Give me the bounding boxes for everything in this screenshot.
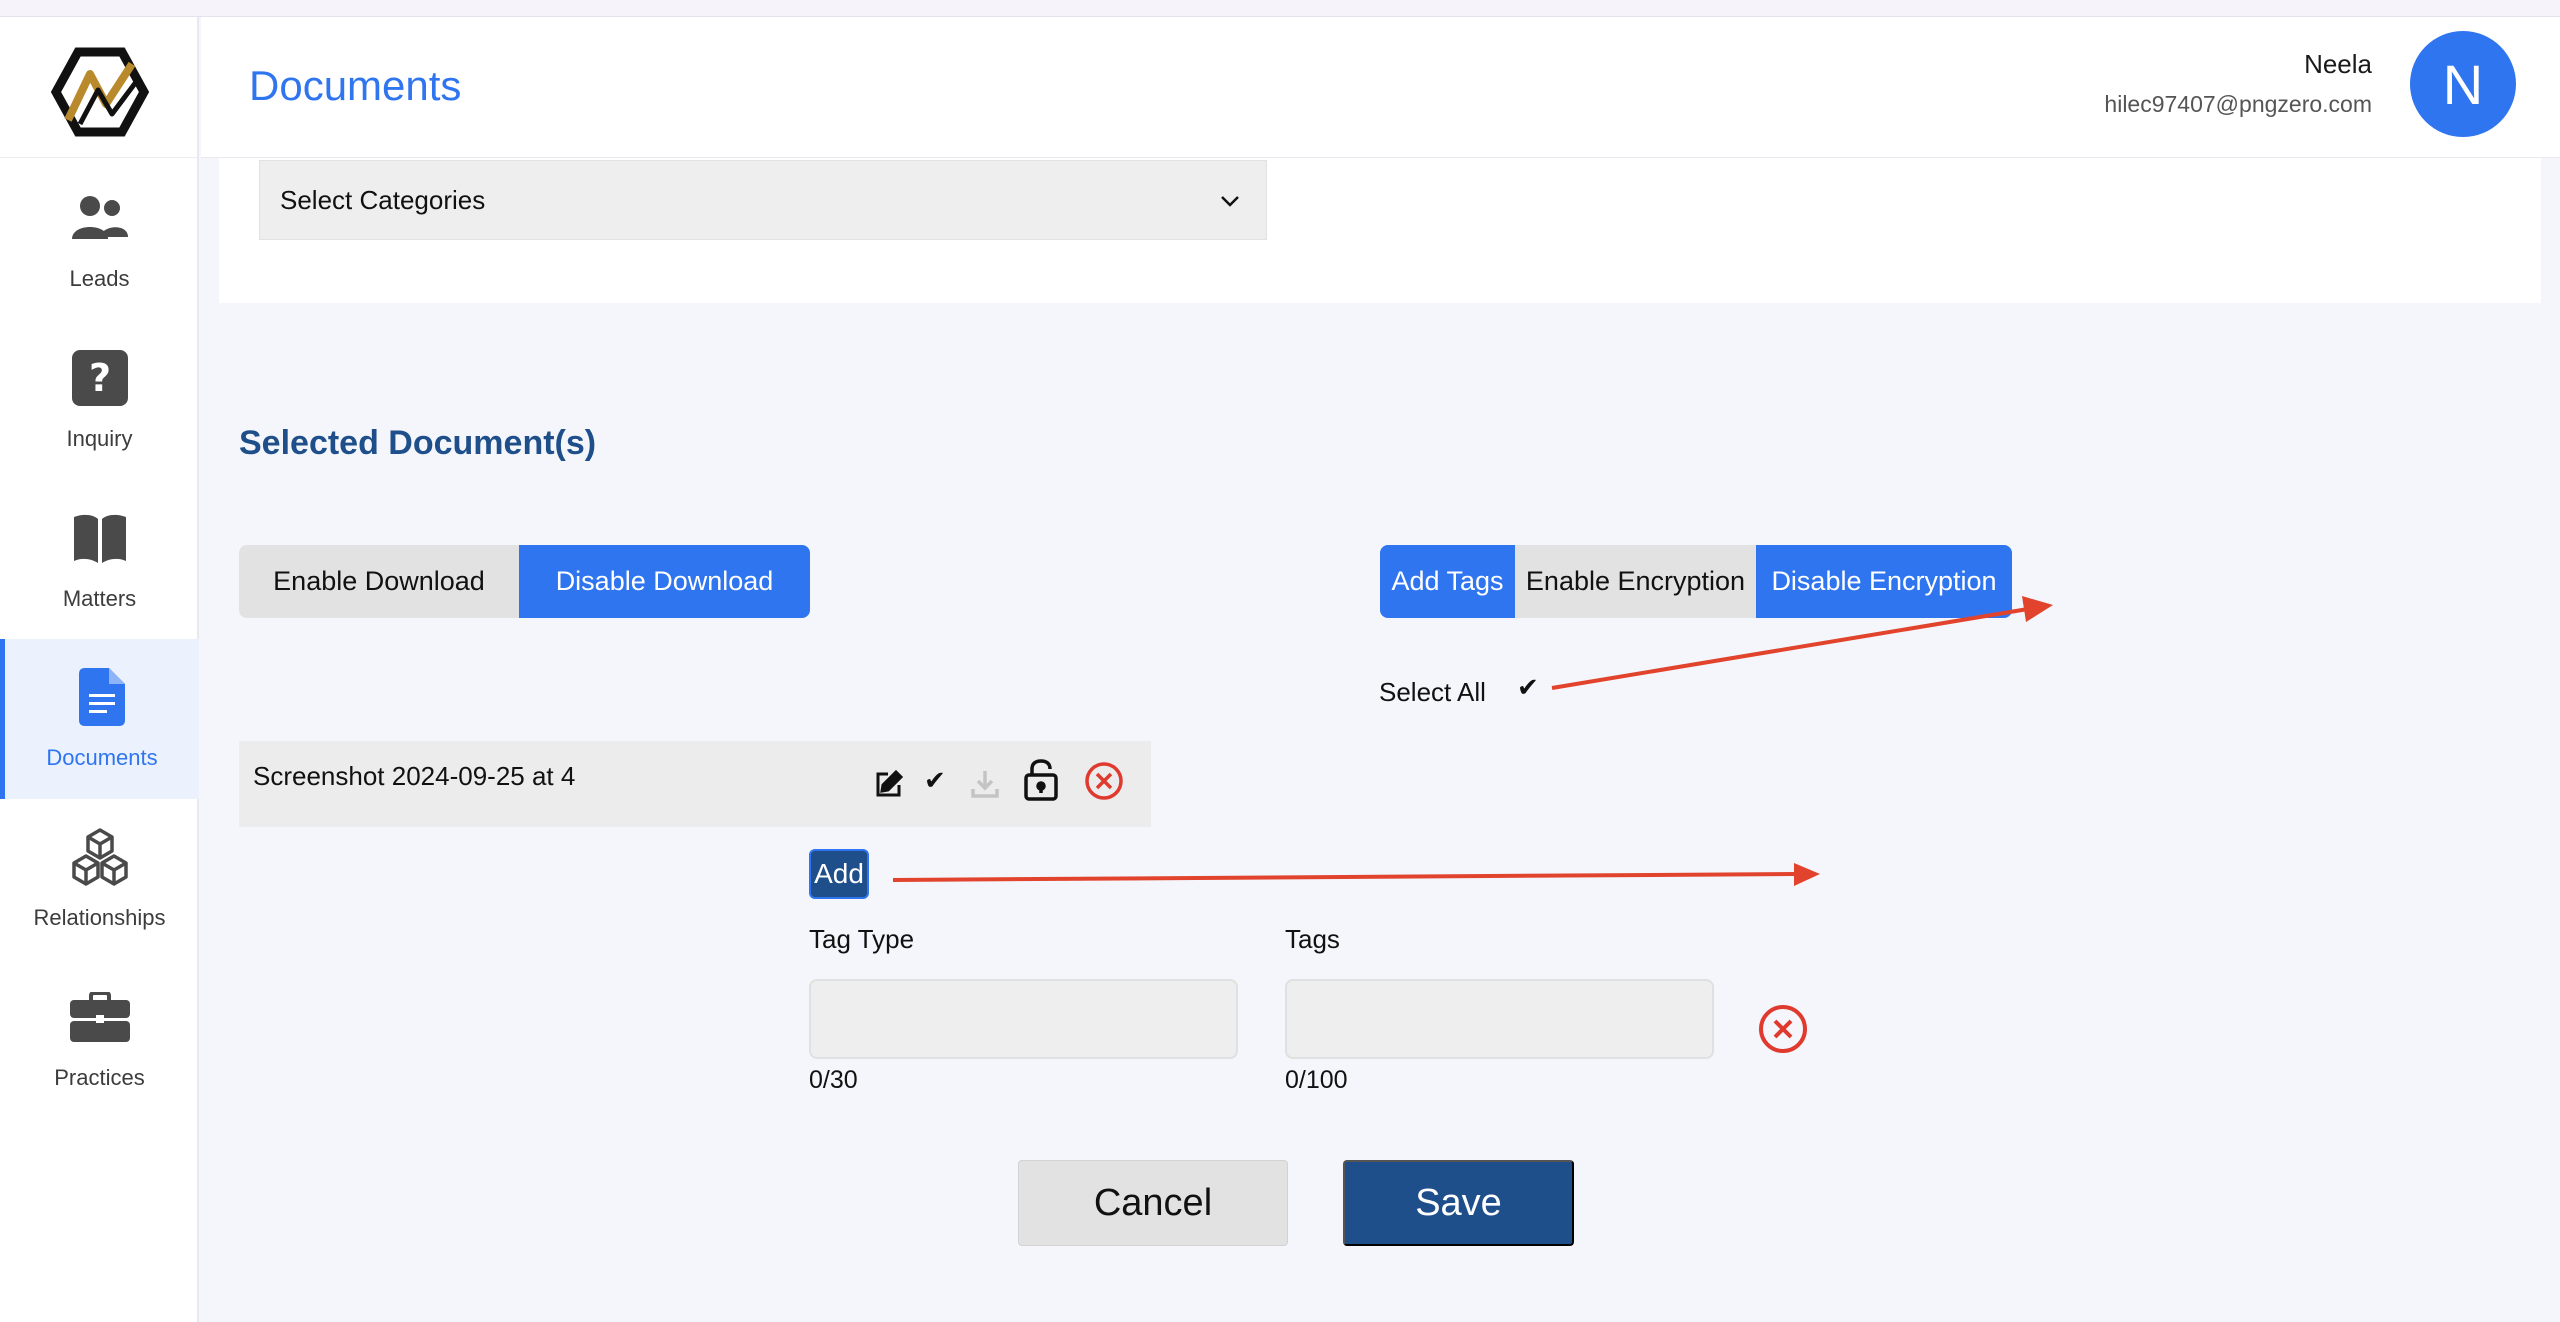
cancel-button[interactable]: Cancel: [1018, 1160, 1288, 1246]
sidebar-item-label: Leads: [69, 266, 130, 291]
download-icon: [969, 768, 1001, 800]
enable-encryption-button[interactable]: Enable Encryption: [1515, 545, 1756, 618]
app-logo[interactable]: [50, 42, 150, 142]
sidebar-item-label: Practices: [54, 1065, 145, 1090]
chevron-down-icon: [1221, 196, 1239, 207]
unlock-icon[interactable]: [1023, 758, 1059, 802]
disable-download-button[interactable]: Disable Download: [519, 545, 810, 618]
logo-divider: [0, 157, 199, 158]
users-icon: [70, 188, 130, 248]
sidebar-item-label: Matters: [62, 586, 137, 611]
tag-type-input[interactable]: [809, 979, 1238, 1059]
document-name: Screenshot 2024-09-25 at 4: [253, 761, 576, 791]
logo-icon: [50, 47, 150, 137]
select-all-checkbox[interactable]: ✔: [1517, 672, 1539, 703]
sidebar-item-matters[interactable]: Matters: [0, 480, 199, 640]
sidebar-item-inquiry[interactable]: ? Inquiry: [0, 320, 199, 480]
document-icon: [72, 667, 132, 727]
question-icon: ?: [70, 348, 130, 408]
tags-input[interactable]: [1285, 979, 1714, 1059]
edit-icon[interactable]: [873, 768, 905, 800]
tags-counter: 0/100: [1285, 1066, 1348, 1094]
document-row: Screenshot 2024-09-25 at 4 ✔: [239, 741, 1151, 827]
sidebar-item-leads[interactable]: Leads: [0, 160, 199, 320]
remove-tag-icon[interactable]: [1758, 1004, 1808, 1054]
book-icon: [70, 508, 130, 568]
select-all-label: Select All: [1379, 677, 1486, 707]
briefcase-icon: [69, 987, 130, 1047]
disable-encryption-button[interactable]: Disable Encryption: [1756, 545, 2012, 618]
avatar[interactable]: N: [2410, 31, 2516, 137]
sidebar-item-label: Inquiry: [66, 426, 133, 451]
user-email: hilec97407@pngzero.com: [2104, 91, 2372, 117]
top-header: Documents Neela hilec97407@pngzero.com N: [201, 17, 2560, 158]
user-name: Neela: [2304, 49, 2372, 79]
save-button[interactable]: Save: [1343, 1160, 1574, 1246]
category-select-value: Select Categories: [280, 184, 486, 215]
sidebar-item-label: Relationships: [33, 905, 166, 930]
document-checkbox[interactable]: ✔: [924, 765, 946, 796]
cubes-icon: [70, 827, 130, 887]
top-strip: [0, 0, 2560, 17]
tag-type-counter: 0/30: [809, 1066, 858, 1094]
category-select[interactable]: Select Categories: [259, 160, 1267, 240]
page-title: Documents: [249, 62, 462, 109]
tags-label: Tags: [1285, 924, 1340, 954]
svg-text:?: ?: [88, 356, 110, 400]
filter-card: Select Categories: [219, 158, 2541, 303]
add-tags-button[interactable]: Add Tags: [1380, 545, 1515, 618]
sidebar-item-documents[interactable]: Documents: [0, 639, 199, 799]
sidebar-item-relationships[interactable]: Relationships: [0, 799, 199, 959]
remove-document-icon[interactable]: [1084, 761, 1124, 801]
sidebar: Leads ? Inquiry Matters Documents Relati…: [0, 17, 199, 1322]
annotation-arrow: [892, 863, 1820, 886]
sidebar-item-practices[interactable]: Practices: [0, 959, 199, 1119]
tag-type-label: Tag Type: [809, 924, 915, 954]
add-tag-button[interactable]: Add: [809, 849, 869, 899]
sidebar-item-label: Documents: [46, 745, 158, 770]
selected-documents-title: Selected Document(s): [239, 424, 597, 462]
enable-download-button[interactable]: Enable Download: [239, 545, 519, 618]
